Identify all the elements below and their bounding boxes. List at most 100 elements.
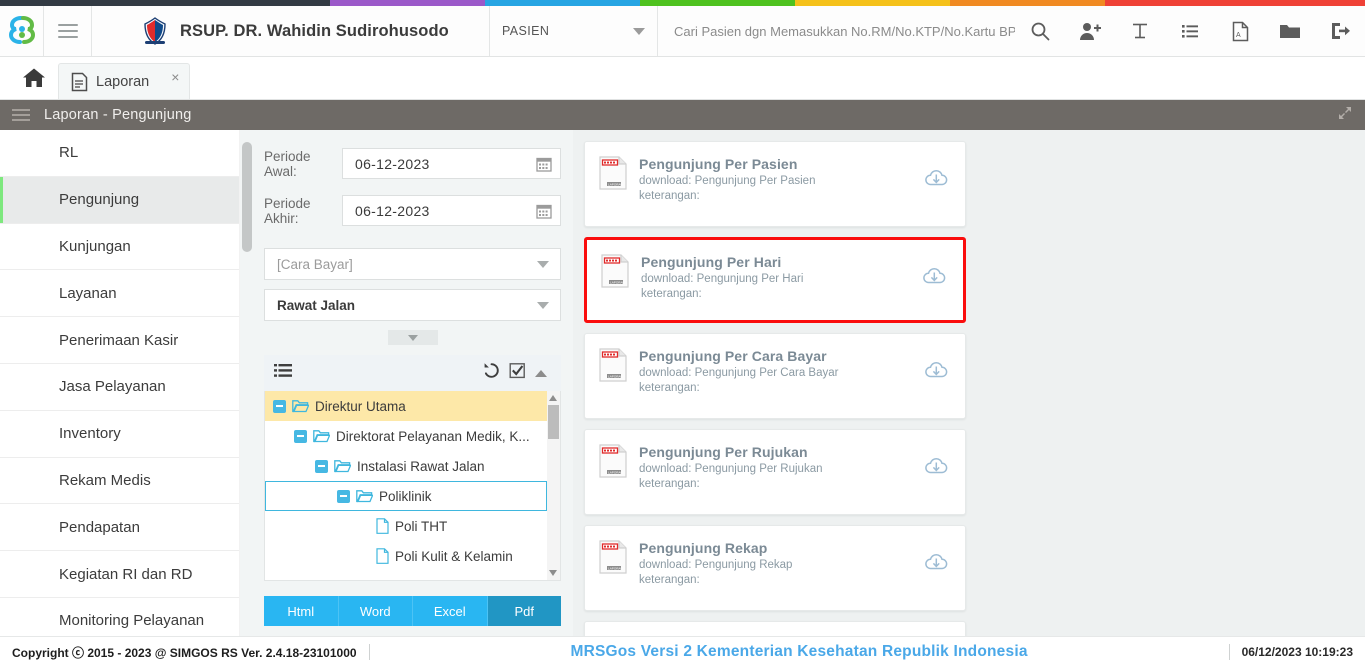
sidebar-item-layanan[interactable]: Layanan <box>0 270 252 318</box>
search-icon-button[interactable] <box>1015 6 1065 56</box>
sidebar-item-rl[interactable]: RL <box>0 130 252 177</box>
report-list-area: LAPORAN Pengunjung Per Pasien download: Pe… <box>573 130 1365 639</box>
tab-laporan[interactable]: Laporan × <box>58 63 191 99</box>
cara-bayar-value: [Cara Bayar] <box>277 256 353 272</box>
app-header: RSUP. DR. Wahidin Sudirohusodo PASIEN Ca… <box>0 6 1365 57</box>
simgos-logo <box>5 14 39 48</box>
report-card-text: Pengunjung Rekap download: Pengunjung Rek… <box>639 540 953 586</box>
export-button-label: Excel <box>433 603 466 619</box>
text-format-icon-button[interactable] <box>1115 6 1165 56</box>
report-card[interactable]: LAPORAN Pengunjung Per Rujukan download: P… <box>584 429 966 515</box>
report-card[interactable]: LAPORAN Pengunjung Per Pasien download: Pe… <box>584 141 966 227</box>
tree-collapse-toggle[interactable] <box>337 489 350 503</box>
list-icon-button[interactable] <box>1165 6 1215 56</box>
folder-open-icon <box>313 429 331 443</box>
sidebar-item-inventory[interactable]: Inventory <box>0 410 252 458</box>
calendar-icon[interactable] <box>536 156 552 172</box>
svg-text:LAPORAN: LAPORAN <box>610 280 625 284</box>
tree-node[interactable]: Instalasi Rawat Jalan <box>265 451 547 481</box>
close-icon[interactable]: × <box>171 70 179 84</box>
periode-awal-input[interactable] <box>355 155 536 172</box>
pdf-file-icon-button[interactable]: A <box>1215 6 1265 56</box>
tree-node[interactable]: Poli Kulit & Kelamin <box>265 541 547 571</box>
report-card[interactable]: LAPORAN Pengunjung Per Cara Bayar download… <box>584 333 966 419</box>
sidebar-item-label: Pengunjung <box>59 191 140 209</box>
tab-bar: Laporan × <box>0 57 1365 100</box>
expand-arrows-icon[interactable] <box>1337 105 1353 126</box>
history-reset-icon[interactable] <box>483 362 500 384</box>
sidebar-item-label: Inventory <box>59 425 121 443</box>
menu-toggle-button[interactable] <box>44 6 92 56</box>
periode-akhir-field[interactable] <box>342 195 561 226</box>
sidebar-item-pengunjung[interactable]: Pengunjung <box>0 176 252 224</box>
periode-awal-row: Periode Awal: <box>264 148 561 179</box>
cloud-download-icon[interactable] <box>924 550 949 580</box>
filter-panel-scrollbar[interactable] <box>240 130 254 639</box>
sidebar-item-pendapatan[interactable]: Pendapatan <box>0 504 252 552</box>
periode-akhir-input[interactable] <box>355 202 536 219</box>
file-icon <box>376 518 389 534</box>
report-card[interactable]: LAPORAN Pengunjung Per Hari download: Peng… <box>584 237 966 323</box>
add-user-icon-button[interactable] <box>1065 6 1115 56</box>
more-filters-toggle[interactable] <box>387 330 438 345</box>
report-card-download-label: download: Pengunjung Per Hari <box>641 273 804 285</box>
tree-collapse-toggle[interactable] <box>315 459 328 473</box>
report-card-text: Pengunjung Per Pasien download: Pengunjun… <box>639 156 953 202</box>
report-document-icon: LAPORAN <box>599 156 627 190</box>
chevron-up-icon[interactable] <box>535 369 547 377</box>
search-input[interactable] <box>674 23 1015 39</box>
scroll-up-icon[interactable] <box>549 395 557 401</box>
jenis-layanan-select[interactable]: Rawat Jalan <box>264 289 561 321</box>
cara-bayar-select[interactable]: [Cara Bayar] <box>264 248 561 280</box>
scroll-down-icon[interactable] <box>549 570 557 576</box>
scrollbar-thumb[interactable] <box>548 405 559 439</box>
tree-node[interactable]: Direktorat Pelayanan Medik, K... <box>265 421 547 451</box>
export-button-pdf[interactable]: Pdf <box>487 596 561 626</box>
report-card-note-label: keterangan: <box>641 288 702 300</box>
hospital-name: RSUP. DR. Wahidin Sudirohusodo <box>180 21 449 40</box>
sidebar-item-rekam-medis[interactable]: Rekam Medis <box>0 457 252 505</box>
export-button-html[interactable]: Html <box>264 596 339 626</box>
sidebar-item-penerimaan-kasir[interactable]: Penerimaan Kasir <box>0 317 252 364</box>
cloud-download-icon[interactable] <box>922 264 947 294</box>
logo-cell[interactable] <box>0 6 44 56</box>
export-button-word[interactable]: Word <box>338 596 413 626</box>
report-card-note-label: keterangan: <box>639 574 700 586</box>
context-select[interactable]: PASIEN <box>490 6 658 56</box>
tree-collapse-toggle[interactable] <box>294 429 307 443</box>
sidebar-item-label: Penerimaan Kasir <box>59 331 179 349</box>
list-bullets-icon[interactable] <box>274 363 292 383</box>
sidebar-item-kegiatan-ri-dan-rd[interactable]: Kegiatan RI dan RD <box>0 551 252 598</box>
export-format-buttons: Html Word Excel Pdf <box>264 596 561 626</box>
home-tab-button[interactable] <box>10 56 58 99</box>
tree-node[interactable]: Poliklinik <box>265 481 547 511</box>
cloud-download-icon[interactable] <box>924 166 949 196</box>
tree-node[interactable]: Direktur Utama <box>265 391 547 421</box>
report-card[interactable]: LAPORAN Pengunjung Rekap download: Pengunj… <box>584 525 966 611</box>
calendar-icon[interactable] <box>536 203 552 219</box>
export-button-excel[interactable]: Excel <box>413 596 488 626</box>
check-square-icon[interactable] <box>509 362 526 384</box>
cloud-download-icon[interactable] <box>924 358 949 388</box>
tree-node-label: Poliklinik <box>379 488 432 504</box>
tree-collapse-toggle[interactable] <box>273 399 286 413</box>
scrollbar-thumb[interactable] <box>242 142 252 252</box>
tree-node[interactable]: Poli THT <box>265 511 547 541</box>
sidebar-item-monitoring-pelayanan[interactable]: Monitoring Pelayanan <box>0 597 252 639</box>
breadcrumb: Laporan - Pengunjung <box>44 107 192 123</box>
global-search[interactable] <box>658 6 1015 56</box>
divider <box>1228 644 1230 660</box>
sidebar-item-label: Kegiatan RI dan RD <box>59 565 193 583</box>
report-card-note-label: keterangan: <box>639 478 700 490</box>
copyright-text: Copyright ⓒ 2015 - 2023 @ SIMGOS RS Ver.… <box>12 645 357 660</box>
sidebar-collapse-button[interactable] <box>12 109 30 121</box>
periode-awal-field[interactable] <box>342 148 561 179</box>
cloud-download-icon[interactable] <box>924 454 949 484</box>
tree-scrollbar[interactable] <box>547 391 560 580</box>
folder-icon-button[interactable] <box>1265 6 1315 56</box>
sidebar-item-jasa-pelayanan[interactable]: Jasa Pelayanan <box>0 363 252 411</box>
sidebar-item-kunjungan[interactable]: Kunjungan <box>0 223 252 271</box>
logout-icon-button[interactable] <box>1315 6 1365 56</box>
svg-text:LAPORAN: LAPORAN <box>608 182 623 186</box>
folder-open-icon <box>356 489 374 503</box>
